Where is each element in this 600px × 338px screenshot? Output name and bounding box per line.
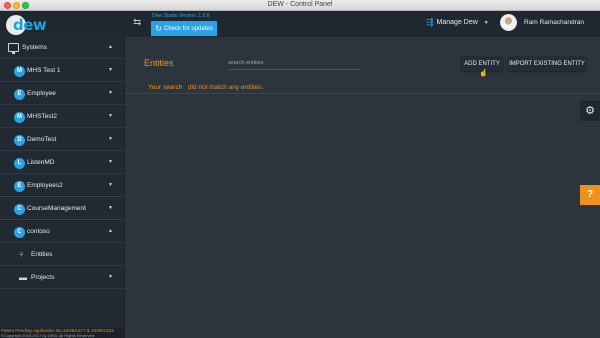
sidebar-section-label: Systems (22, 44, 47, 51)
manage-dew-menu[interactable]: ⇶ Manage Dew ▼ (426, 17, 489, 28)
entities-icon: ⑂ (19, 250, 24, 259)
footer: Patent Pending Application No.15/393,577… (0, 328, 125, 338)
system-badge-icon: M (14, 112, 25, 123)
sidebar-item-coursemanagement[interactable]: C CourseManagement ▼ (0, 198, 125, 220)
monitor-icon (8, 43, 19, 54)
sidebar: Systems ▲ M MHS Test 1 ▼ E Employee ▼ M … (0, 37, 125, 328)
collapse-sidebar-icon[interactable]: ⇆ (133, 18, 143, 28)
chevron-down-icon: ▼ (108, 205, 113, 211)
main-content: Entities ADD ENTITY IMPORT EXISTING ENTI… (126, 37, 600, 338)
system-badge-icon: L (14, 158, 25, 169)
chevron-up-icon: ▲ (108, 44, 113, 50)
caret-down-icon: ▼ (483, 19, 489, 26)
sidebar-subitem-projects[interactable]: ▬ Projects ▼ (0, 267, 125, 289)
refresh-icon: ↻ (155, 24, 162, 33)
sidebar-item-label: MHS Test 1 (27, 67, 61, 74)
system-badge-icon: E (14, 89, 25, 100)
sidebar-item-label: DemoTest (27, 136, 57, 143)
window-title: DEW - Control Panel (267, 1, 333, 8)
sidebar-item-label: CourseManagement (27, 205, 86, 212)
chevron-down-icon: ▼ (108, 182, 113, 188)
system-badge-icon: C (14, 227, 25, 238)
manage-icon: ⇶ (426, 17, 434, 27)
sidebar-item-label: ListenMD (27, 159, 55, 166)
system-badge-icon: M (14, 66, 25, 77)
projects-folder-icon: ▬ (19, 273, 27, 282)
sidebar-subitem-entities[interactable]: ⑂ Entities (0, 244, 125, 266)
copyright-text: ©Copyright 2016-2017 by DEW, All Rights … (1, 333, 94, 338)
system-badge-icon: E (14, 181, 25, 192)
system-badge-icon: C (14, 204, 25, 215)
sidebar-item-mhstest2[interactable]: M MHSTest2 ▼ (0, 106, 125, 128)
check-updates-label: Check for updates (164, 25, 213, 32)
sidebar-item-listenmd[interactable]: L ListenMD ▼ (0, 152, 125, 174)
manage-label: Manage Dew (436, 19, 478, 26)
page-title: Entities (144, 58, 174, 68)
empty-search-message: Your search did not match any entities. (148, 84, 264, 91)
import-entity-button[interactable]: IMPORT EXISTING ENTITY (508, 56, 586, 71)
sidebar-item-demotest[interactable]: D DemoTest ▼ (0, 129, 125, 151)
sidebar-item-label: MHSTest2 (27, 113, 57, 120)
app-logo[interactable]: dew (6, 15, 47, 35)
chevron-down-icon: ▼ (108, 90, 113, 96)
window-titlebar: DEW - Control Panel (0, 0, 600, 11)
chevron-down-icon: ▼ (108, 274, 113, 280)
version-text: Dew Studio Version: 1.0.8 (152, 13, 210, 19)
chevron-down-icon: ▼ (108, 159, 113, 165)
chevron-down-icon: ▼ (108, 113, 113, 119)
chevron-down-icon: ▼ (108, 67, 113, 73)
sidebar-item-employee[interactable]: E Employee ▼ (0, 83, 125, 105)
divider (126, 93, 600, 94)
sidebar-item-contoso[interactable]: C contoso ▲ (0, 221, 125, 243)
sidebar-item-mhs-test-1[interactable]: M MHS Test 1 ▼ (0, 60, 125, 82)
sidebar-section-systems[interactable]: Systems ▲ (0, 37, 125, 59)
sidebar-item-label: Employees2 (27, 182, 63, 189)
system-badge-icon: D (14, 135, 25, 146)
sidebar-item-label: Employee (27, 90, 56, 97)
sidebar-subitem-label: Entities (31, 251, 53, 258)
help-icon[interactable]: ? (580, 185, 600, 205)
chevron-up-icon: ▲ (108, 228, 113, 234)
search-input[interactable] (228, 56, 360, 70)
app-header: dew ⇆ ⇶ Manage Dew ▼ Ram Ramachandran (0, 11, 600, 37)
sidebar-item-employees2[interactable]: E Employees2 ▼ (0, 175, 125, 197)
settings-gear-icon[interactable]: ⚙ (580, 101, 600, 121)
sidebar-item-label: contoso (27, 228, 50, 235)
mouse-cursor-icon: ☝ (479, 70, 488, 77)
user-name[interactable]: Ram Ramachandran (524, 19, 584, 26)
avatar[interactable] (500, 14, 517, 31)
sidebar-subitem-label: Projects (31, 274, 55, 281)
check-updates-button[interactable]: ↻ Check for updates (151, 21, 217, 36)
logo-text: dew (13, 16, 47, 34)
chevron-down-icon: ▼ (108, 136, 113, 142)
